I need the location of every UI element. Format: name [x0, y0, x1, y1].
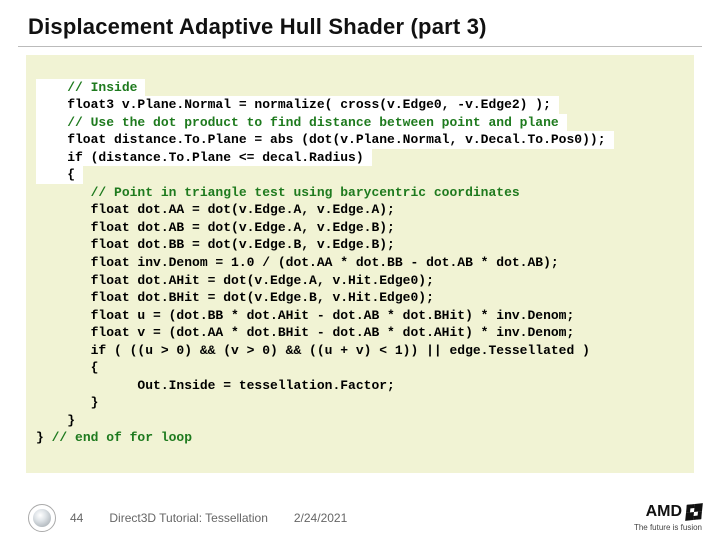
code-line: if ( ((u > 0) && (v > 0) && ((u + v) < 1… — [36, 343, 590, 358]
code-line: // Use the dot product to find distance … — [36, 114, 567, 132]
footer: 44 Direct3D Tutorial: Tessellation 2/24/… — [0, 503, 720, 532]
page-title: Displacement Adaptive Hull Shader (part … — [18, 14, 702, 47]
code-block: // Inside float3 v.Plane.Normal = normal… — [26, 55, 694, 473]
code-line: } — [36, 395, 98, 410]
code-line: { — [36, 166, 83, 184]
code-line: float dot.AHit = dot(v.Edge.A, v.Hit.Edg… — [36, 273, 434, 288]
amd-logo: AMD — [646, 503, 702, 521]
code-line: } — [36, 430, 44, 445]
code-line: float dot.AA = dot(v.Edge.A, v.Edge.A); — [36, 202, 395, 217]
amd-brand-block: AMD The future is fusion — [634, 503, 702, 532]
code-line: float dot.AB = dot(v.Edge.A, v.Edge.B); — [36, 220, 395, 235]
code-line: float u = (dot.BB * dot.AHit - dot.AB * … — [36, 308, 574, 323]
amd-mark-icon — [685, 503, 703, 521]
amd-tagline: The future is fusion — [634, 523, 702, 532]
code-line: float inv.Denom = 1.0 / (dot.AA * dot.BB… — [36, 255, 559, 270]
amd-logo-text: AMD — [646, 503, 682, 521]
slide-date: 2/24/2021 — [294, 511, 347, 525]
slide-number: 44 — [70, 511, 83, 525]
code-line: } — [36, 413, 75, 428]
code-line: // Point in triangle test using barycent… — [36, 185, 520, 200]
code-line: { — [36, 360, 98, 375]
doc-title: Direct3D Tutorial: Tessellation — [109, 511, 268, 525]
code-line: float3 v.Plane.Normal = normalize( cross… — [36, 96, 559, 114]
code-line: Out.Inside = tessellation.Factor; — [36, 378, 395, 393]
code-line: float dot.BB = dot(v.Edge.B, v.Edge.B); — [36, 237, 395, 252]
code-line: // Inside — [36, 79, 145, 97]
code-line: float distance.To.Plane = abs (dot(v.Pla… — [36, 131, 614, 149]
code-line: // end of for loop — [44, 430, 192, 445]
code-line: float v = (dot.AA * dot.BHit - dot.AB * … — [36, 325, 574, 340]
fusion-logo-icon — [28, 504, 56, 532]
code-line: if (distance.To.Plane <= decal.Radius) — [36, 149, 372, 167]
code-line: float dot.BHit = dot(v.Edge.B, v.Hit.Edg… — [36, 290, 434, 305]
slide: Displacement Adaptive Hull Shader (part … — [0, 0, 720, 540]
